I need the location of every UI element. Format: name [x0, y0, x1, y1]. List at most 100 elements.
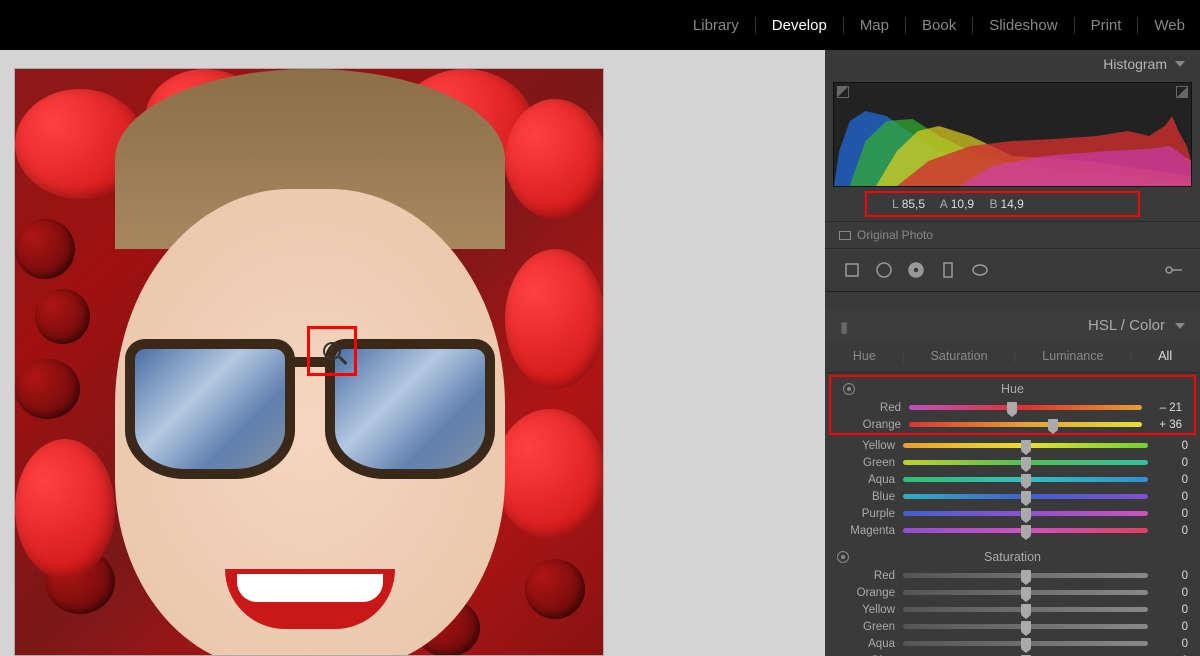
histogram[interactable] [833, 82, 1192, 187]
slider-value: 0 [1156, 638, 1188, 650]
module-map[interactable]: Map [844, 17, 906, 34]
slider-track[interactable] [903, 477, 1148, 482]
zoom-highlight [307, 326, 357, 376]
slider-orange: Orange + 36 [831, 416, 1194, 433]
slider-value: 0 [1156, 491, 1188, 503]
radial-filter-tool[interactable] [967, 259, 993, 281]
original-photo-toggle[interactable]: Original Photo [825, 221, 1200, 249]
slider-value: 0 [1156, 587, 1188, 599]
slider-value: 0 [1156, 457, 1188, 469]
slider-label: Aqua [837, 474, 895, 486]
slider-blue: Blue 0 [825, 652, 1200, 656]
module-library[interactable]: Library [677, 17, 756, 34]
hue-section-title: Hue [831, 377, 1194, 399]
slider-value: 0 [1156, 570, 1188, 582]
slider-handle[interactable] [1021, 474, 1031, 485]
tab-hue[interactable]: Hue [843, 349, 886, 364]
shadow-clip-icon[interactable] [837, 86, 849, 98]
hsl-tabs: Hue| Saturation| Luminance| All [825, 341, 1200, 373]
slider-aqua: Aqua 0 [825, 471, 1200, 488]
slider-handle[interactable] [1021, 457, 1031, 468]
slider-yellow: Yellow 0 [825, 437, 1200, 454]
slider-track[interactable] [903, 641, 1148, 646]
module-develop[interactable]: Develop [756, 17, 844, 34]
tab-all[interactable]: All [1148, 349, 1182, 364]
module-web[interactable]: Web [1138, 17, 1185, 34]
slider-track[interactable] [903, 443, 1148, 448]
slider-handle[interactable] [1021, 508, 1031, 519]
slider-green: Green 0 [825, 454, 1200, 471]
lab-readout: L85,5 A10,9 B14,9 [865, 191, 1140, 217]
slider-value: 0 [1156, 604, 1188, 616]
slider-label: Aqua [837, 638, 895, 650]
slider-label: Yellow [837, 440, 895, 452]
crop-tool[interactable] [839, 259, 865, 281]
slider-handle[interactable] [1021, 491, 1031, 502]
slider-track[interactable] [903, 460, 1148, 465]
slider-label: Green [837, 621, 895, 633]
slider-green: Green 0 [825, 618, 1200, 635]
chevron-down-icon [1175, 61, 1185, 67]
slider-label: Yellow [837, 604, 895, 616]
right-panel: Histogram L85,5 A10,9 B14,9 Original Pho… [825, 50, 1200, 656]
slider-yellow: Yellow 0 [825, 601, 1200, 618]
slider-label: Red [843, 402, 901, 414]
slider-value: 0 [1156, 621, 1188, 633]
tab-saturation[interactable]: Saturation [921, 349, 998, 364]
slider-track[interactable] [903, 607, 1148, 612]
slider-track[interactable] [903, 573, 1148, 578]
hsl-panel-header[interactable]: ▮ HSL / Color [825, 310, 1200, 341]
slider-label: Purple [837, 508, 895, 520]
slider-label: Red [837, 570, 895, 582]
slider-value: + 36 [1150, 419, 1182, 431]
slider-track[interactable] [903, 624, 1148, 629]
targeted-adjust-tool[interactable] [843, 383, 855, 395]
module-print[interactable]: Print [1075, 17, 1139, 34]
slider-red: Red – 21 [831, 399, 1194, 416]
slider-value: 0 [1156, 508, 1188, 520]
slider-blue: Blue 0 [825, 488, 1200, 505]
slider-track[interactable] [903, 528, 1148, 533]
slider-value: – 21 [1150, 402, 1182, 414]
module-book[interactable]: Book [906, 17, 973, 34]
slider-red: Red 0 [825, 567, 1200, 584]
tool-strip [825, 249, 1200, 292]
slider-track[interactable] [903, 511, 1148, 516]
histogram-header[interactable]: Histogram [825, 50, 1200, 78]
canvas-area [0, 50, 825, 656]
slider-label: Orange [843, 419, 901, 431]
panel-switch-icon[interactable]: ▮ [840, 318, 856, 334]
spot-removal-tool[interactable] [871, 259, 897, 281]
slider-value: 0 [1156, 474, 1188, 486]
slider-handle[interactable] [1021, 638, 1031, 649]
hue-highlight-box: Hue Red – 21 Orange + 36 [829, 375, 1196, 435]
highlight-clip-icon[interactable] [1176, 86, 1188, 98]
slider-handle[interactable] [1021, 604, 1031, 615]
slider-label: Magenta [837, 525, 895, 537]
slider-handle[interactable] [1021, 440, 1031, 451]
module-slideshow[interactable]: Slideshow [973, 17, 1074, 34]
slider-track[interactable] [909, 422, 1142, 427]
slider-label: Orange [837, 587, 895, 599]
slider-handle[interactable] [1021, 570, 1031, 581]
slider-label: Green [837, 457, 895, 469]
zoom-icon [323, 342, 341, 360]
grad-filter-tool[interactable] [935, 259, 961, 281]
slider-track[interactable] [909, 405, 1142, 410]
saturation-section-title: Saturation [825, 545, 1200, 567]
tab-luminance[interactable]: Luminance [1032, 349, 1113, 364]
slider-track[interactable] [903, 494, 1148, 499]
redeye-tool[interactable] [903, 259, 929, 281]
slider-aqua: Aqua 0 [825, 635, 1200, 652]
rectangle-icon [839, 231, 851, 240]
slider-track[interactable] [903, 590, 1148, 595]
slider-magenta: Magenta 0 [825, 522, 1200, 539]
slider-handle[interactable] [1021, 525, 1031, 536]
targeted-adjust-tool[interactable] [837, 551, 849, 563]
slider-handle[interactable] [1021, 621, 1031, 632]
slider-handle[interactable] [1048, 419, 1058, 430]
brush-tool[interactable] [1160, 259, 1186, 281]
slider-handle[interactable] [1021, 587, 1031, 598]
slider-label: Blue [837, 491, 895, 503]
slider-handle[interactable] [1007, 402, 1017, 413]
